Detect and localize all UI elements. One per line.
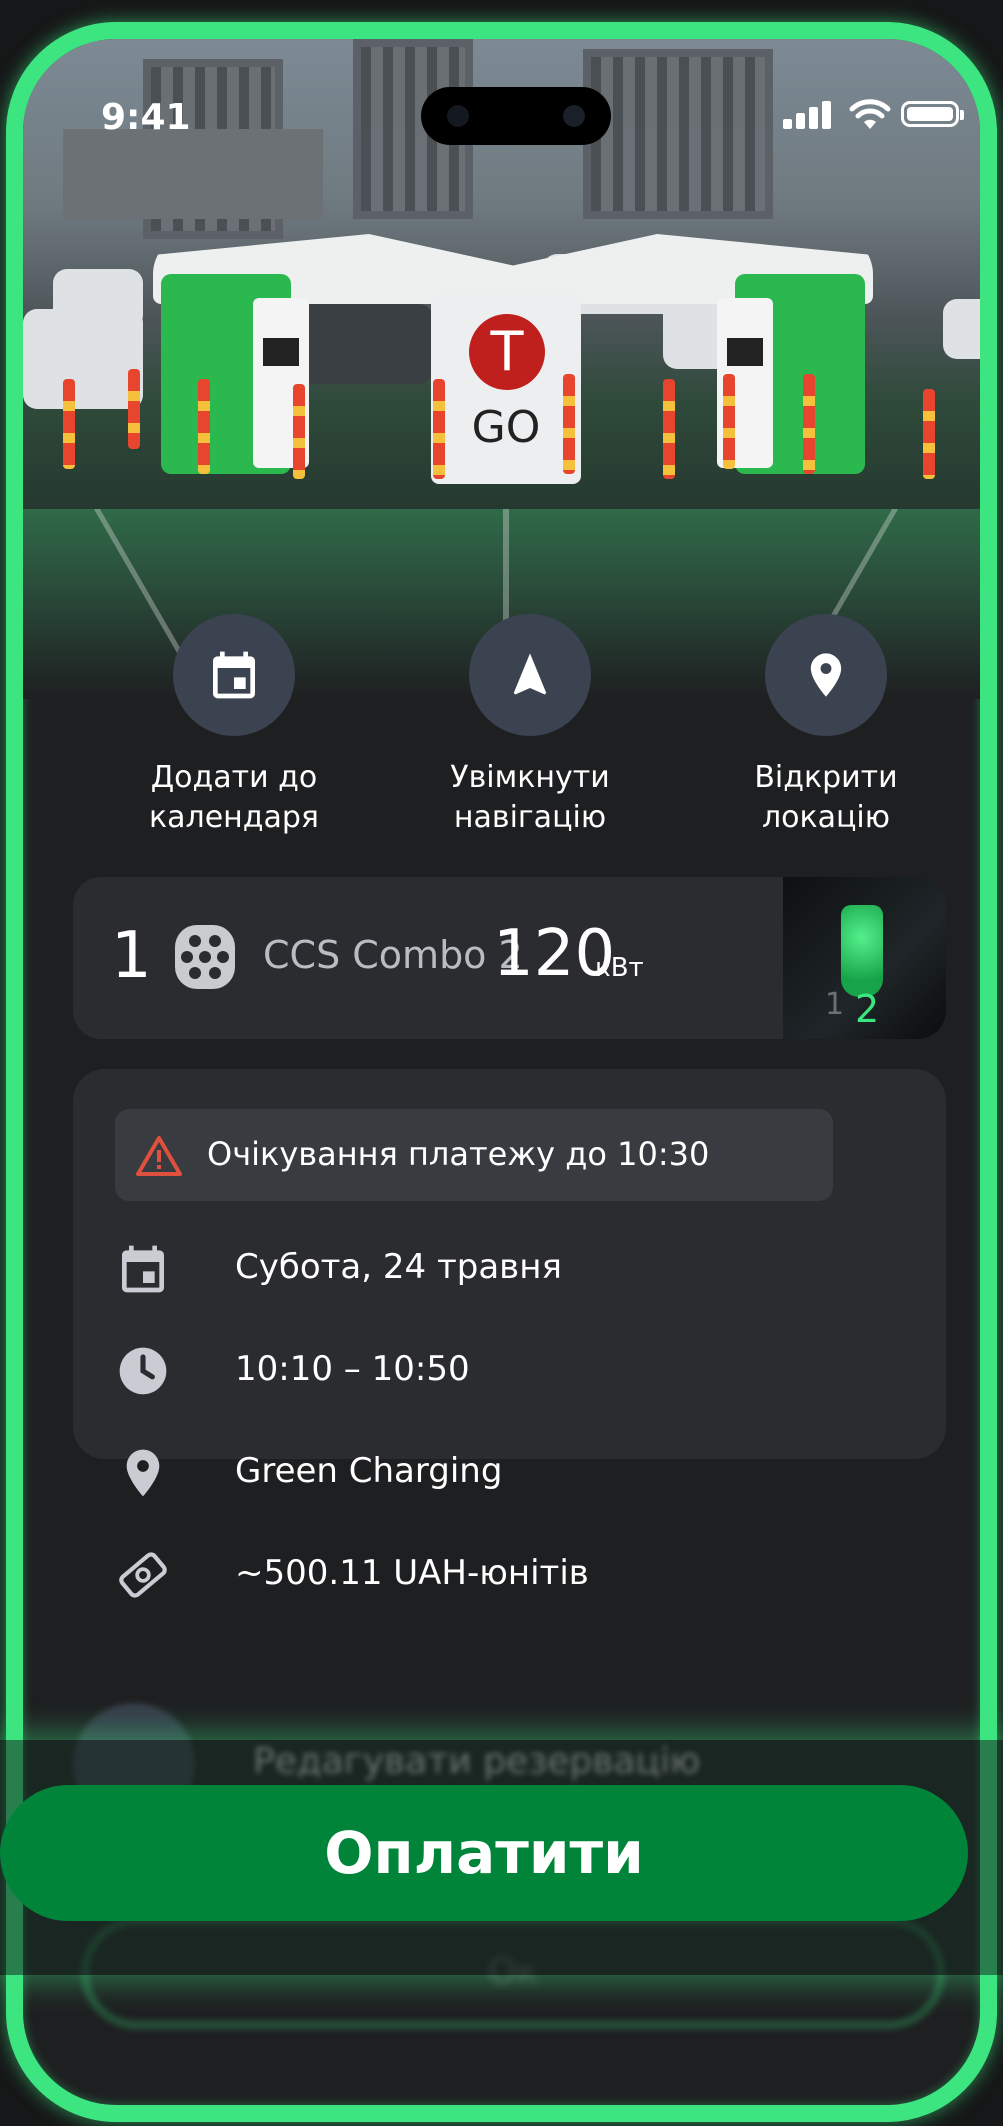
connector-number: 1 [111, 919, 152, 993]
location-pin-icon [810, 653, 842, 697]
add-to-calendar-button[interactable]: Додати до календаря [114, 614, 354, 838]
money-ticket-icon [119, 1552, 167, 1598]
status-time: 9:41 [101, 97, 191, 138]
cellular-signal-icon [783, 99, 837, 129]
payment-warning-text: Очікування платежу до 10:30 [207, 1135, 710, 1173]
open-location-label: Відкрити локацію [754, 760, 898, 835]
brand-text: GO [471, 402, 541, 453]
reservation-details-card: Очікування платежу до 10:30 Субота, 24 т… [73, 1069, 946, 1497]
reservation-time: 10:10 – 10:50 [235, 1349, 470, 1389]
open-location-button[interactable]: Відкрити локацію [706, 614, 946, 838]
start-navigation-label: Увімкнути навігацію [450, 760, 610, 835]
ok-button-label: Ок [487, 1951, 539, 1992]
reservation-date: Субота, 24 травня [235, 1247, 562, 1287]
charging-canopy: GO [153, 234, 873, 484]
warning-icon [136, 1136, 182, 1176]
connector-card[interactable]: 1 CCS Combo 2 120 кВт 1 2 [73, 877, 946, 1039]
location-pin-icon [126, 1449, 160, 1497]
wifi-icon [849, 99, 891, 129]
brand-totem: GO [431, 294, 581, 484]
ok-button[interactable]: Ок [83, 1919, 943, 2027]
calendar-icon [122, 1245, 164, 1293]
reservation-cost: ~500.11 UAH-юнітів [235, 1553, 589, 1593]
clock-icon [119, 1347, 167, 1395]
connector-photo: 1 2 [783, 877, 946, 1039]
add-to-calendar-label: Додати до календаря [149, 760, 319, 835]
ccs-connector-icon [175, 925, 235, 989]
navigation-arrow-icon [513, 653, 547, 695]
connector-type: CCS Combo 2 [263, 933, 523, 977]
edit-reservation-label: Редагувати резервацію [253, 1741, 701, 1782]
connector-power-unit: кВт [595, 953, 644, 983]
start-navigation-button[interactable]: Увімкнути навігацію [410, 614, 650, 838]
battery-icon [901, 101, 964, 127]
photo-label-2: 2 [855, 987, 880, 1031]
home-indicator [361, 2119, 703, 2122]
dynamic-island [421, 87, 611, 145]
status-bar: 9:41 [23, 39, 980, 189]
calendar-icon [213, 651, 255, 699]
reservation-location: Green Charging [235, 1451, 503, 1491]
photo-label-1: 1 [825, 987, 845, 1022]
brand-logo [469, 314, 545, 390]
pay-button[interactable]: Оплатити [0, 1785, 968, 1921]
payment-warning-banner: Очікування платежу до 10:30 [115, 1109, 833, 1201]
